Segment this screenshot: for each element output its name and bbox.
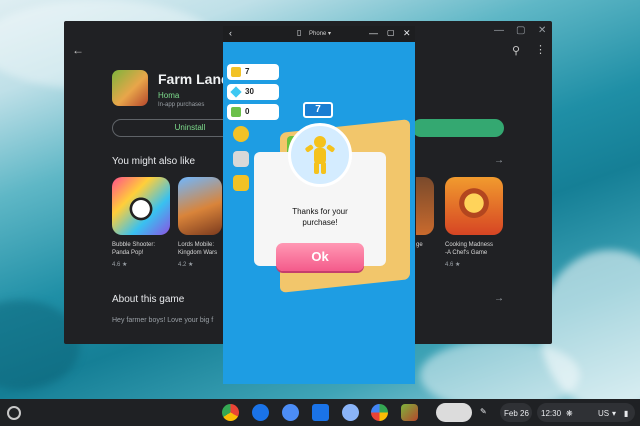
game-tile-name: ge bbox=[416, 242, 423, 248]
date-label: Feb 26 bbox=[504, 409, 529, 418]
in-app-purchases-note: In-app purchases bbox=[158, 102, 205, 108]
character-avatar bbox=[288, 123, 352, 187]
section-title-recommendations: You might also like bbox=[112, 156, 196, 167]
game-tile-rating: 4.2 ★ bbox=[178, 262, 194, 268]
game-tile-lords-mobile[interactable] bbox=[178, 177, 222, 235]
time-label: 12:30 bbox=[541, 409, 562, 418]
game-tile-rating: 4.6 ★ bbox=[445, 262, 461, 268]
gem-icon bbox=[230, 86, 242, 98]
play-store-icon[interactable] bbox=[371, 404, 388, 421]
chrome-icon[interactable] bbox=[222, 404, 239, 421]
game-tile-rating: 4.6 ★ bbox=[112, 262, 128, 268]
game-tile-name: Lords Mobile: Kingdom Wars bbox=[178, 242, 218, 256]
cube-icon bbox=[231, 107, 241, 117]
game-titlebar: ‹ ▯ Phone ▾ — ▢ ✕ bbox=[223, 26, 415, 42]
game-tile-partial[interactable] bbox=[416, 177, 434, 235]
launcher-icon[interactable] bbox=[7, 406, 21, 420]
battery-icon: ▮ bbox=[624, 409, 629, 418]
gems-counter: 30 bbox=[227, 84, 279, 100]
clock-icon[interactable] bbox=[282, 404, 299, 421]
map-icon[interactable] bbox=[233, 175, 249, 191]
back-arrow-icon[interactable]: ‹ bbox=[229, 28, 232, 38]
ok-button[interactable]: Ok bbox=[276, 243, 364, 271]
holding-space-icon[interactable] bbox=[436, 403, 472, 422]
game-window: ‹ ▯ Phone ▾ — ▢ ✕ 7 30 0 7 Thanks for yo… bbox=[223, 26, 415, 384]
coin-icon bbox=[231, 67, 241, 77]
dialog-message: Thanks for your purchase! bbox=[292, 207, 348, 227]
farm-land-icon[interactable] bbox=[401, 404, 418, 421]
level-badge: 7 bbox=[303, 102, 333, 118]
section-title-about: About this game bbox=[112, 294, 185, 305]
settings-icon[interactable] bbox=[342, 404, 359, 421]
files-icon[interactable] bbox=[312, 404, 329, 421]
game-tile-name: Bubble Shooter: Panda Pop! bbox=[112, 242, 156, 256]
see-more-arrow-icon[interactable]: → bbox=[494, 155, 504, 166]
settings-gear-icon[interactable] bbox=[233, 151, 249, 167]
messages-icon[interactable] bbox=[252, 404, 269, 421]
cubes-counter: 0 bbox=[227, 104, 279, 120]
back-arrow-icon[interactable]: ← bbox=[72, 43, 84, 57]
minimize-icon[interactable]: — bbox=[494, 25, 504, 36]
about-description: Hey farmer boys! Love your big f bbox=[112, 317, 214, 324]
maximize-icon[interactable]: ▢ bbox=[516, 25, 525, 36]
app-icon bbox=[112, 70, 148, 106]
character-icon bbox=[305, 136, 335, 174]
more-options-icon[interactable]: ⋮ bbox=[535, 43, 546, 56]
close-icon[interactable]: ✕ bbox=[538, 25, 546, 36]
window-size-selector[interactable]: Phone ▾ bbox=[309, 30, 331, 37]
minimize-icon[interactable]: — bbox=[369, 28, 378, 38]
developer-link[interactable]: Homa bbox=[158, 91, 179, 100]
pen-icon[interactable]: ✎ bbox=[480, 407, 487, 416]
wifi-icon: ▾ bbox=[612, 409, 617, 418]
phone-icon: ▯ bbox=[297, 28, 302, 37]
locale-label: US bbox=[598, 409, 610, 418]
maximize-icon[interactable]: ▢ bbox=[387, 28, 395, 37]
search-icon[interactable]: ⚲ bbox=[512, 44, 520, 57]
game-tile-bubble-shooter[interactable] bbox=[112, 177, 170, 235]
cubes-value: 0 bbox=[245, 107, 250, 116]
game-tile-cooking-madness[interactable] bbox=[445, 177, 503, 235]
coins-value: 7 bbox=[245, 67, 250, 76]
about-arrow-icon[interactable]: → bbox=[494, 293, 504, 304]
gems-value: 30 bbox=[245, 87, 254, 96]
coins-counter: 7 bbox=[227, 64, 279, 80]
open-button[interactable] bbox=[412, 119, 504, 137]
game-tile-name: Cooking Madness -A Chef's Game bbox=[445, 242, 494, 256]
coin-shop-button[interactable] bbox=[233, 126, 249, 142]
close-icon[interactable]: ✕ bbox=[403, 28, 411, 39]
notification-icon: ❋ bbox=[566, 409, 573, 418]
